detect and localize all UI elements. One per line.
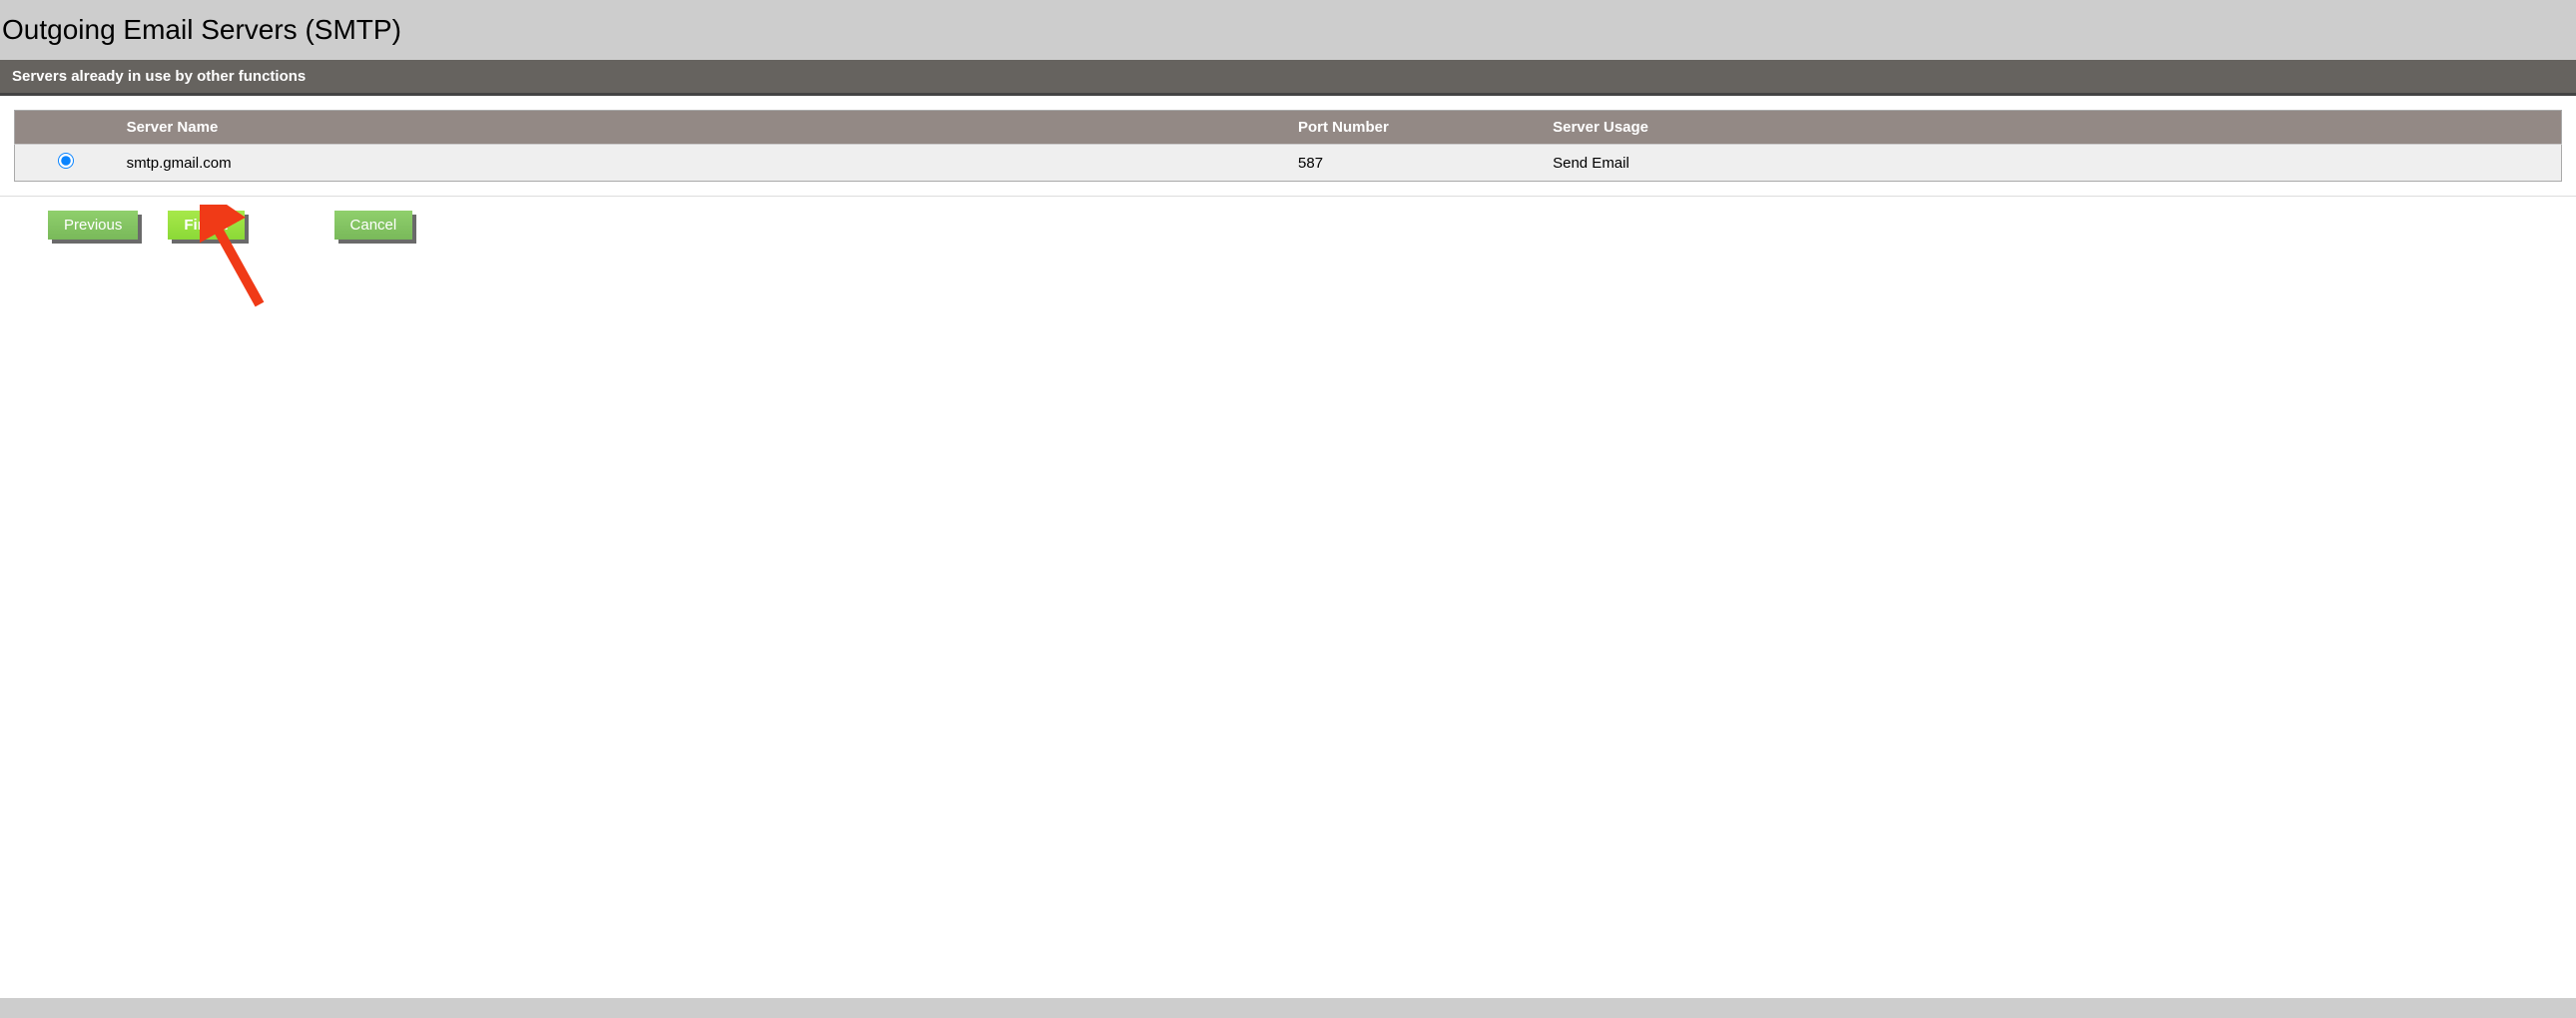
server-table: Server Name Port Number Server Usage smt… (14, 110, 2562, 182)
cancel-button[interactable]: Cancel (334, 211, 413, 240)
header-port-number: Port Number (1288, 111, 1543, 145)
previous-button[interactable]: Previous (48, 211, 138, 240)
row-port-number: 587 (1288, 145, 1543, 182)
server-select-radio[interactable] (58, 153, 74, 169)
section-subheader: Servers already in use by other function… (0, 60, 2576, 96)
header-radio (15, 111, 117, 145)
row-server-usage: Send Email (1543, 145, 2561, 182)
server-table-container: Server Name Port Number Server Usage smt… (0, 96, 2576, 197)
finish-button[interactable]: Finish (168, 211, 244, 240)
bottom-bar (0, 998, 2576, 1018)
row-radio-cell[interactable] (15, 145, 117, 182)
header-server-name: Server Name (117, 111, 1288, 145)
row-server-name: smtp.gmail.com (117, 145, 1288, 182)
page-title: Outgoing Email Servers (SMTP) (0, 0, 2576, 60)
button-row: Previous Finish Cancel (0, 197, 2576, 254)
table-row[interactable]: smtp.gmail.com 587 Send Email (15, 145, 2562, 182)
header-server-usage: Server Usage (1543, 111, 2561, 145)
